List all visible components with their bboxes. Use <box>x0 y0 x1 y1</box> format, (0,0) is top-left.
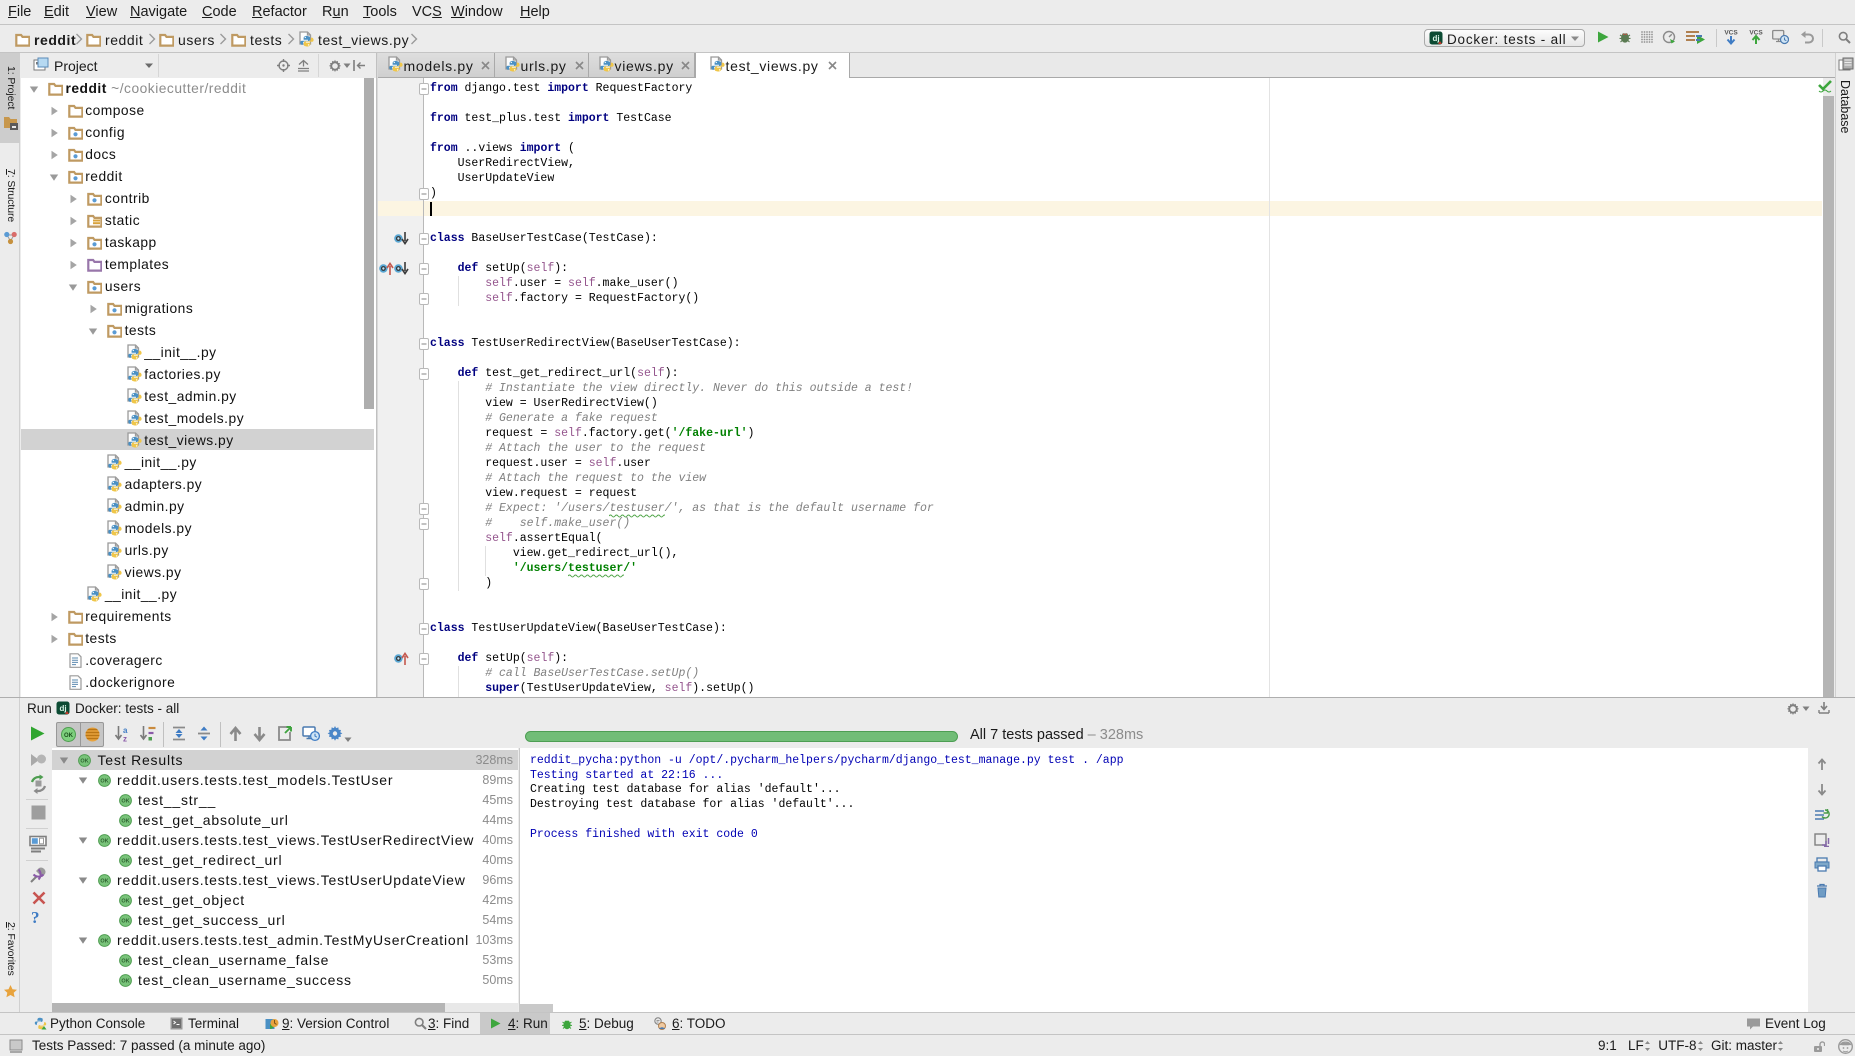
svg-text:OK: OK <box>121 858 129 864</box>
svg-text:VCS: VCS <box>1724 30 1738 37</box>
svg-text:dj: dj <box>1432 34 1439 43</box>
svg-text:OK: OK <box>121 818 129 824</box>
svg-text:OK: OK <box>121 918 129 924</box>
svg-text:OK: OK <box>121 958 129 964</box>
svg-text:OK: OK <box>100 878 108 884</box>
svg-text:OK: OK <box>100 838 108 844</box>
svg-text:OK: OK <box>121 898 129 904</box>
svg-text:OK: OK <box>100 938 108 944</box>
svg-text:dj: dj <box>59 704 66 713</box>
svg-text:OK: OK <box>121 978 129 984</box>
svg-text:OK: OK <box>80 758 88 764</box>
svg-text:OK: OK <box>121 798 129 804</box>
svg-text:OK: OK <box>64 733 74 739</box>
svg-text:z: z <box>123 735 127 743</box>
svg-text:OK: OK <box>100 778 108 784</box>
